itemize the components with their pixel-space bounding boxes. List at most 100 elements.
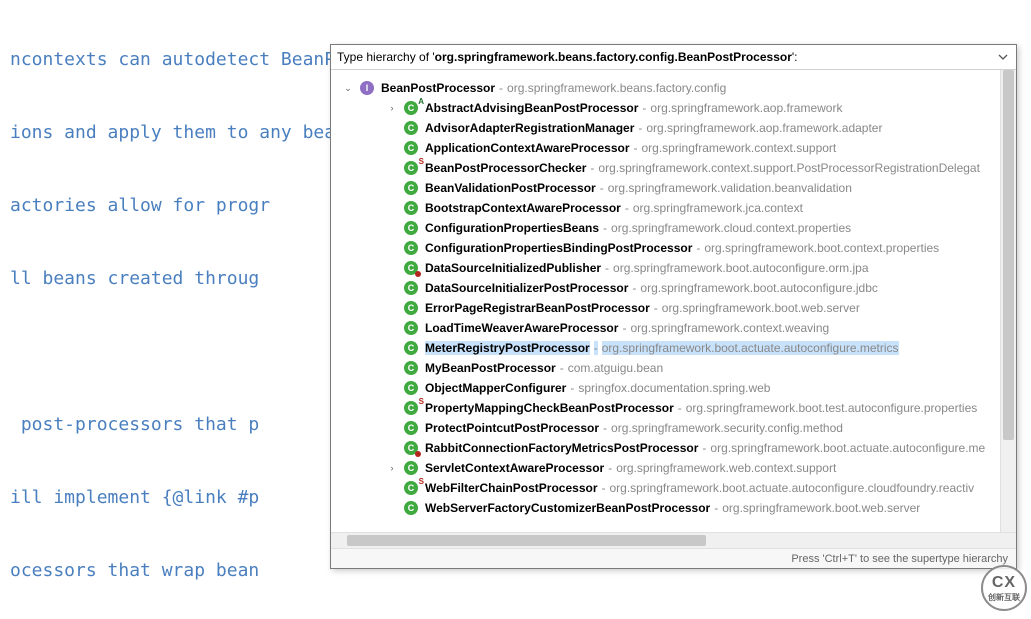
tree-item[interactable]: ·CAdvisorAdapterRegistrationManager-org.… <box>331 118 1000 138</box>
popup-footer-hint: Press 'Ctrl+T' to see the supertype hier… <box>331 548 1016 568</box>
tree-item[interactable]: ›CServletContextAwareProcessor-org.sprin… <box>331 458 1000 478</box>
separator: - <box>714 501 718 515</box>
class-icon: C <box>403 420 419 436</box>
type-name: ObjectMapperConfigurer <box>425 381 566 395</box>
type-name: BootstrapContextAwareProcessor <box>425 201 621 215</box>
package-name: org.springframework.boot.test.autoconfig… <box>686 401 978 415</box>
expand-arrow-icon[interactable]: › <box>385 461 399 475</box>
separator: - <box>678 401 682 415</box>
package-name: springfox.documentation.spring.web <box>578 381 770 395</box>
package-name: org.springframework.cloud.context.proper… <box>611 221 851 235</box>
tree-item[interactable]: ›CAbstractAdvisingBeanPostProcessor-org.… <box>331 98 1000 118</box>
tree-item[interactable]: ·CProtectPointcutPostProcessor-org.sprin… <box>331 418 1000 438</box>
tree-item[interactable]: ·CConfigurationPropertiesBeans-org.sprin… <box>331 218 1000 238</box>
tree-item[interactable]: ·CMeterRegistryPostProcessor-org.springf… <box>331 338 1000 358</box>
separator: - <box>590 161 594 175</box>
popup-title: Type hierarchy of 'org.springframework.b… <box>337 50 996 64</box>
type-name: ConfigurationPropertiesBeans <box>425 221 599 235</box>
tree-item[interactable]: ·CPropertyMappingCheckBeanPostProcessor-… <box>331 398 1000 418</box>
tree-item[interactable]: ·CDataSourceInitializerPostProcessor-org… <box>331 278 1000 298</box>
package-name: org.springframework.web.context.support <box>616 461 836 475</box>
tree-item[interactable]: ·CBeanValidationPostProcessor-org.spring… <box>331 178 1000 198</box>
package-name: org.springframework.boot.autoconfigure.o… <box>613 261 868 275</box>
class-icon: C <box>403 120 419 136</box>
vertical-scrollbar[interactable] <box>1000 70 1016 532</box>
hierarchy-tree[interactable]: ⌄IBeanPostProcessor-org.springframework.… <box>331 70 1000 532</box>
package-name: org.springframework.context.support <box>642 141 837 155</box>
separator: - <box>642 101 646 115</box>
class-icon: C <box>403 200 419 216</box>
class-icon: C <box>403 180 419 196</box>
class-icon: C <box>403 480 419 496</box>
tree-item[interactable]: ·CApplicationContextAwareProcessor-org.s… <box>331 138 1000 158</box>
package-name: org.springframework.boot.web.server <box>722 501 920 515</box>
package-name: com.atguigu.bean <box>568 361 663 375</box>
package-name: org.springframework.boot.autoconfigure.j… <box>640 281 877 295</box>
tree-item[interactable]: ·CLoadTimeWeaverAwareProcessor-org.sprin… <box>331 318 1000 338</box>
tree-item[interactable]: ·CMyBeanPostProcessor-com.atguigu.bean <box>331 358 1000 378</box>
separator: - <box>625 201 629 215</box>
tree-item[interactable]: ·CWebFilterChainPostProcessor-org.spring… <box>331 478 1000 498</box>
class-icon: C <box>403 320 419 336</box>
package-name: org.springframework.boot.actuate.autocon… <box>610 481 975 495</box>
package-name: org.springframework.boot.context.propert… <box>704 241 939 255</box>
class-icon: C <box>403 160 419 176</box>
type-name: PropertyMappingCheckBeanPostProcessor <box>425 401 674 415</box>
type-name: RabbitConnectionFactoryMetricsPostProces… <box>425 441 698 455</box>
separator: - <box>622 321 626 335</box>
type-name: BeanPostProcessor <box>381 81 495 95</box>
class-icon: C <box>403 400 419 416</box>
separator: - <box>594 341 598 355</box>
separator: - <box>702 441 706 455</box>
class-icon: C <box>403 340 419 356</box>
package-name: org.springframework.security.config.meth… <box>611 421 843 435</box>
class-icon: C <box>403 260 419 276</box>
separator: - <box>600 181 604 195</box>
tree-item[interactable]: ·CBootstrapContextAwareProcessor-org.spr… <box>331 198 1000 218</box>
tree-item[interactable]: ·CDataSourceInitializedPublisher-org.spr… <box>331 258 1000 278</box>
separator: - <box>560 361 564 375</box>
package-name: org.springframework.boot.actuate.autocon… <box>602 341 899 355</box>
class-icon: C <box>403 300 419 316</box>
interface-icon: I <box>359 80 375 96</box>
class-icon: C <box>403 500 419 516</box>
package-name: org.springframework.boot.web.server <box>662 301 860 315</box>
type-name: ConfigurationPropertiesBindingPostProces… <box>425 241 692 255</box>
package-name: org.springframework.context.weaving <box>630 321 829 335</box>
separator: - <box>602 481 606 495</box>
separator: - <box>603 421 607 435</box>
horizontal-scrollbar-thumb[interactable] <box>347 535 706 546</box>
tree-item[interactable]: ·CRabbitConnectionFactoryMetricsPostProc… <box>331 438 1000 458</box>
horizontal-scrollbar[interactable] <box>331 532 1016 548</box>
class-icon: C <box>403 240 419 256</box>
class-icon: C <box>403 440 419 456</box>
popup-menu-chevron-icon[interactable] <box>996 50 1010 64</box>
separator: - <box>696 241 700 255</box>
class-icon: C <box>403 140 419 156</box>
type-name: MeterRegistryPostProcessor <box>425 341 590 355</box>
package-name: org.springframework.validation.beanvalid… <box>608 181 852 195</box>
type-name: AdvisorAdapterRegistrationManager <box>425 121 634 135</box>
tree-item[interactable]: ·CErrorPageRegistrarBeanPostProcessor-or… <box>331 298 1000 318</box>
type-name: WebServerFactoryCustomizerBeanPostProces… <box>425 501 710 515</box>
separator: - <box>632 281 636 295</box>
expand-arrow-icon[interactable]: ⌄ <box>341 81 355 95</box>
expand-arrow-icon[interactable]: › <box>385 101 399 115</box>
package-name: org.springframework.jca.context <box>633 201 803 215</box>
tree-item[interactable]: ·CConfigurationPropertiesBindingPostProc… <box>331 238 1000 258</box>
tree-root-item[interactable]: ⌄IBeanPostProcessor-org.springframework.… <box>331 78 1000 98</box>
type-name: ErrorPageRegistrarBeanPostProcessor <box>425 301 650 315</box>
popup-header: Type hierarchy of 'org.springframework.b… <box>331 45 1016 70</box>
package-name: org.springframework.beans.factory.config <box>507 81 726 95</box>
type-name: MyBeanPostProcessor <box>425 361 556 375</box>
separator: - <box>603 221 607 235</box>
type-name: DataSourceInitializedPublisher <box>425 261 601 275</box>
separator: - <box>608 461 612 475</box>
tree-item[interactable]: ·CWebServerFactoryCustomizerBeanPostProc… <box>331 498 1000 518</box>
separator: - <box>570 381 574 395</box>
tree-item[interactable]: ·CObjectMapperConfigurer-springfox.docum… <box>331 378 1000 398</box>
tree-item[interactable]: ·CBeanPostProcessorChecker-org.springfra… <box>331 158 1000 178</box>
type-name: WebFilterChainPostProcessor <box>425 481 598 495</box>
package-name: org.springframework.context.support.Post… <box>598 161 980 175</box>
vertical-scrollbar-thumb[interactable] <box>1003 70 1014 440</box>
